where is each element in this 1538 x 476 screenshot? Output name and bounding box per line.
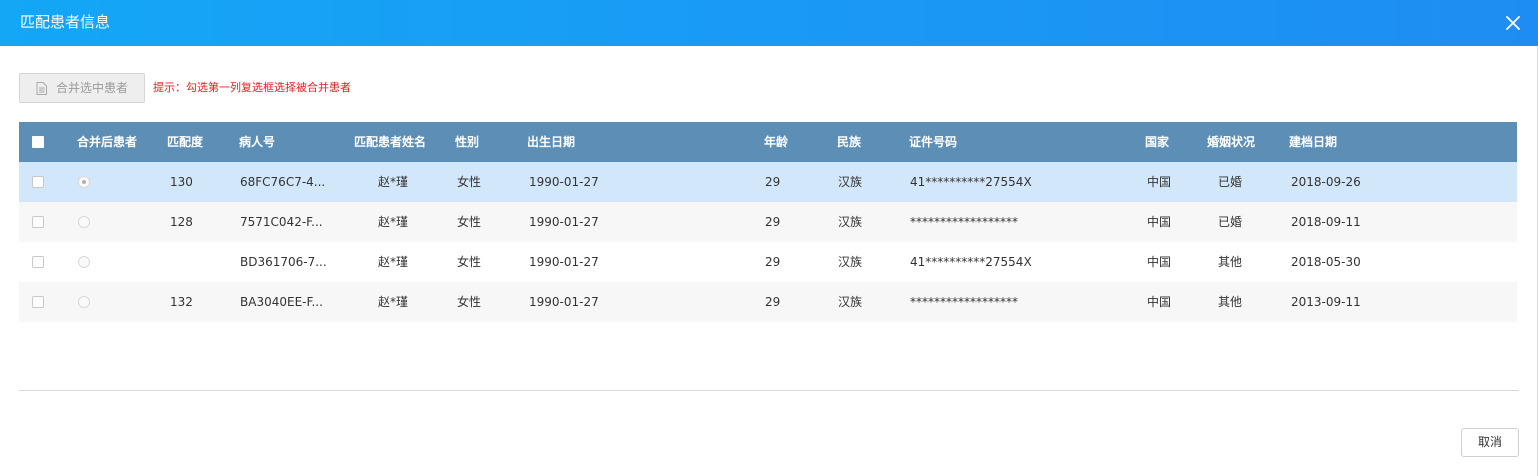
header-id-no: 证件号码	[909, 135, 958, 149]
match-cell: 132	[170, 295, 193, 309]
id-no-cell: 41**********27554X	[910, 255, 1032, 269]
header-marital: 婚姻状况	[1207, 135, 1256, 149]
select-all-checkbox[interactable]	[32, 136, 44, 148]
row-checkbox[interactable]	[32, 176, 44, 188]
created-cell: 2018-09-11	[1291, 215, 1361, 229]
header-name: 匹配患者姓名	[354, 135, 427, 149]
merged-patient-radio[interactable]	[78, 256, 90, 268]
hint-text: 提示：勾选第一列复选框选择被合并患者	[153, 81, 351, 94]
age-cell: 29	[765, 255, 781, 269]
document-icon	[36, 82, 47, 95]
gender-cell: 女性	[457, 215, 482, 229]
match-table: 合并后患者 匹配度 病人号 匹配患者姓名 性别 出生日期 年龄 民族 证件号码 …	[19, 122, 1517, 322]
name-cell: 赵*瑾	[378, 175, 409, 189]
header-country: 国家	[1145, 135, 1170, 149]
gender-cell: 女性	[457, 255, 482, 269]
dob-cell: 1990-01-27	[529, 215, 599, 229]
footer-divider	[19, 390, 1519, 391]
country-cell: 中国	[1147, 255, 1172, 269]
header-patient-no: 病人号	[239, 135, 276, 149]
match-cell: 130	[170, 175, 193, 189]
merged-patient-radio[interactable]	[78, 216, 90, 228]
match-cell: 128	[170, 215, 193, 229]
id-no-cell: ******************	[910, 295, 1018, 309]
merged-patient-radio[interactable]	[78, 176, 90, 188]
name-cell: 赵*瑾	[378, 295, 409, 309]
name-cell: 赵*瑾	[378, 215, 409, 229]
table-row[interactable]: BD361706-7... 赵*瑾 女性 1990-01-27 29 汉族 41…	[19, 242, 1517, 282]
header-age: 年龄	[764, 135, 789, 149]
cancel-button[interactable]: 取消	[1461, 428, 1519, 457]
marital-cell: 其他	[1218, 295, 1243, 309]
header-ethnicity: 民族	[837, 135, 862, 149]
dob-cell: 1990-01-27	[529, 255, 599, 269]
ethnicity-cell: 汉族	[838, 295, 863, 309]
header-merged: 合并后患者	[77, 135, 138, 149]
dob-cell: 1990-01-27	[529, 295, 599, 309]
merge-selected-button[interactable]: 合并选中患者	[19, 73, 145, 103]
ethnicity-cell: 汉族	[838, 175, 863, 189]
id-no-cell: 41**********27554X	[910, 175, 1032, 189]
created-cell: 2013-09-11	[1291, 295, 1361, 309]
table-row[interactable]: 132 BA3040EE-F... 赵*瑾 女性 1990-01-27 29 汉…	[19, 282, 1517, 322]
ethnicity-cell: 汉族	[838, 215, 863, 229]
country-cell: 中国	[1147, 175, 1172, 189]
row-checkbox[interactable]	[32, 216, 44, 228]
gender-cell: 女性	[457, 175, 482, 189]
dob-cell: 1990-01-27	[529, 175, 599, 189]
patient-no-cell: 7571C042-F...	[240, 215, 323, 229]
marital-cell: 已婚	[1218, 175, 1243, 189]
row-checkbox[interactable]	[32, 256, 44, 268]
header-match: 匹配度	[167, 135, 204, 149]
table-row[interactable]: 130 68FC76C7-4... 赵*瑾 女性 1990-01-27 29 汉…	[19, 162, 1517, 202]
table-header: 合并后患者 匹配度 病人号 匹配患者姓名 性别 出生日期 年龄 民族 证件号码 …	[19, 122, 1517, 162]
created-cell: 2018-09-26	[1291, 175, 1361, 189]
country-cell: 中国	[1147, 295, 1172, 309]
header-gender: 性别	[455, 135, 480, 149]
name-cell: 赵*瑾	[378, 255, 409, 269]
patient-no-cell: BD361706-7...	[240, 255, 327, 269]
country-cell: 中国	[1147, 215, 1172, 229]
merged-patient-radio[interactable]	[78, 296, 90, 308]
patient-no-cell: BA3040EE-F...	[240, 295, 323, 309]
ethnicity-cell: 汉族	[838, 255, 863, 269]
age-cell: 29	[765, 295, 781, 309]
merge-selected-label: 合并选中患者	[56, 81, 129, 95]
age-cell: 29	[765, 215, 781, 229]
marital-cell: 已婚	[1218, 215, 1243, 229]
table-row[interactable]: 128 7571C042-F... 赵*瑾 女性 1990-01-27 29 汉…	[19, 202, 1517, 242]
dialog-titlebar: 匹配患者信息	[0, 0, 1538, 46]
age-cell: 29	[765, 175, 781, 189]
gender-cell: 女性	[457, 295, 482, 309]
match-patient-dialog: 匹配患者信息 合并选中患者 提示：勾选第一列复选框选择被合并患者 合并后患者 匹…	[0, 0, 1538, 476]
id-no-cell: ******************	[910, 215, 1018, 229]
patient-no-cell: 68FC76C7-4...	[240, 175, 326, 189]
dialog-title: 匹配患者信息	[20, 13, 111, 31]
close-icon[interactable]	[1506, 16, 1520, 30]
row-checkbox[interactable]	[32, 296, 44, 308]
marital-cell: 其他	[1218, 255, 1243, 269]
header-dob: 出生日期	[527, 135, 576, 149]
created-cell: 2018-05-30	[1291, 255, 1361, 269]
header-created: 建档日期	[1289, 135, 1338, 149]
